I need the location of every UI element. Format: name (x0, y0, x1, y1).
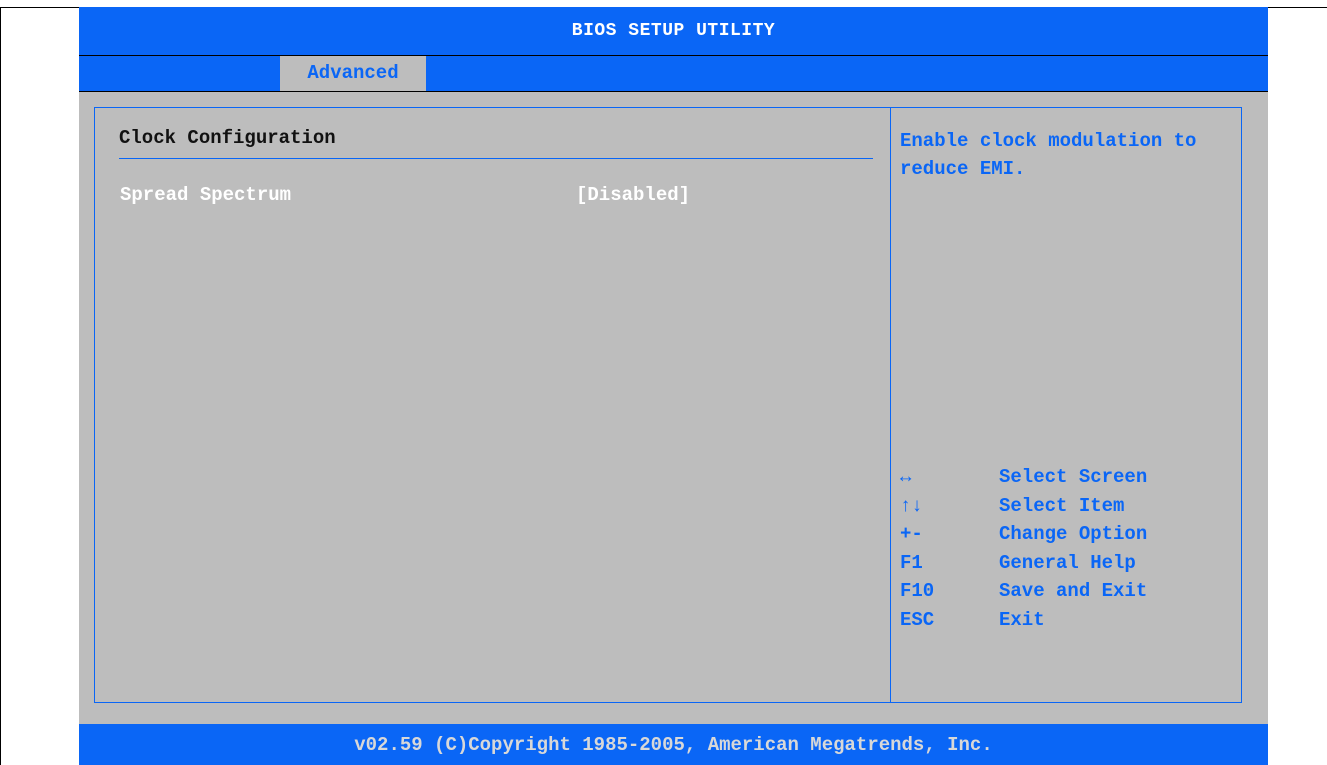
frame-left-border (0, 7, 1, 765)
key-description: General Help (999, 551, 1136, 574)
key-description: Change Option (999, 523, 1148, 545)
key-label: +- (900, 523, 923, 545)
key-row: +- Change Option (900, 523, 1240, 552)
key-row: ↔ Select Screen (900, 466, 1240, 495)
key-description: Select Item (999, 494, 1125, 517)
key-row: ESC Exit (900, 609, 1240, 638)
key-description: Exit (999, 608, 1045, 631)
key-legend: ↔ Select Screen ↑↓ Select Item +- Change… (900, 466, 1240, 637)
frame-top-border-left (0, 7, 79, 8)
copyright-text: v02.59 (C)Copyright 1985-2005, American … (354, 734, 993, 756)
section-title: Clock Configuration (119, 127, 336, 149)
tab-bar (79, 56, 1268, 92)
footer-bar: v02.59 (C)Copyright 1985-2005, American … (79, 724, 1268, 765)
setting-value-spread-spectrum[interactable]: [Disabled] (576, 184, 690, 206)
left-right-arrow-icon: ↔ (900, 466, 912, 488)
setting-label-spread-spectrum[interactable]: Spread Spectrum (120, 184, 291, 206)
section-underline (119, 158, 873, 159)
key-description: Select Screen (999, 466, 1148, 488)
up-down-arrow-icon: ↑↓ (900, 494, 923, 517)
key-row: F1 General Help (900, 552, 1240, 581)
key-label: ESC (900, 608, 935, 631)
key-description: Save and Exit (999, 580, 1148, 602)
frame-top-border-right (1268, 7, 1327, 8)
key-row: F10 Save and Exit (900, 580, 1240, 609)
key-label: F10 (900, 580, 935, 602)
help-text: Enable clock modulation to reduce EMI. (900, 130, 1197, 180)
title-bar: BIOS SETUP UTILITY (79, 7, 1268, 56)
tab-advanced[interactable]: Advanced (280, 56, 426, 91)
window-title: BIOS SETUP UTILITY (571, 21, 776, 41)
key-label: F1 (900, 551, 923, 574)
help-divider (890, 107, 891, 703)
bios-screen: BIOS SETUP UTILITY Advanced Clock Config… (79, 7, 1268, 765)
key-row: ↑↓ Select Item (900, 495, 1240, 524)
